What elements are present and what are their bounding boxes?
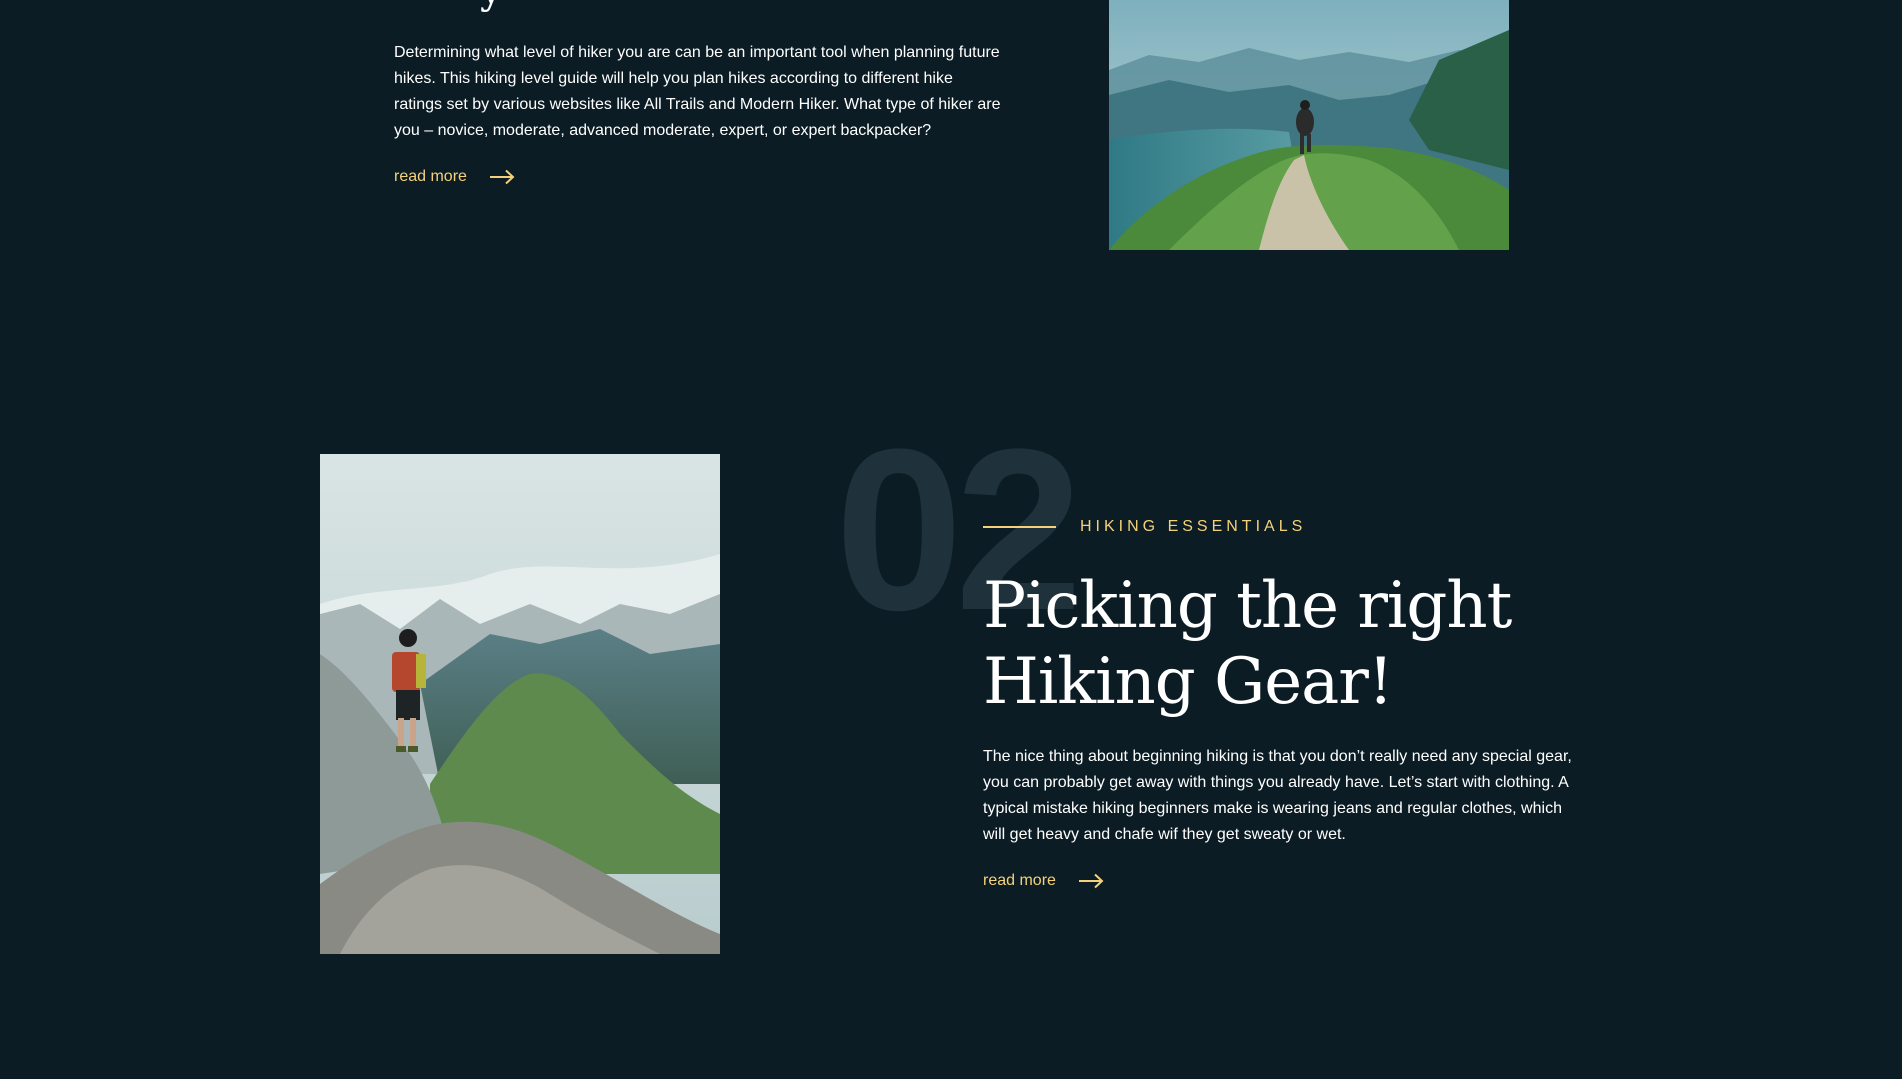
section1-title-tail: y xyxy=(480,0,503,10)
arrow-right-icon xyxy=(1078,873,1104,889)
section1-read-more-link[interactable]: read more xyxy=(394,168,515,186)
section2-title-line2: Hiking Gear! xyxy=(983,645,1394,719)
eyebrow-divider xyxy=(983,526,1056,528)
section2-title: Picking the right Hiking Gear! xyxy=(983,568,1543,720)
section1-description: Determining what level of hiker you are … xyxy=(394,44,1001,139)
section2-description: The nice thing about beginning hiking is… xyxy=(983,748,1572,843)
read-more-label: read more xyxy=(983,872,1056,889)
eyebrow-label: HIKING ESSENTIALS xyxy=(1080,518,1307,535)
hiker-summit-image xyxy=(320,454,720,954)
arrow-right-icon xyxy=(489,169,515,185)
section2-read-more-link[interactable]: read more xyxy=(983,872,1104,890)
hiker-ridge-trail-image xyxy=(1109,0,1509,250)
read-more-label: read more xyxy=(394,168,467,185)
section2-eyebrow: HIKING ESSENTIALS xyxy=(983,518,1306,536)
section2-title-line1: Picking the right xyxy=(983,569,1512,643)
